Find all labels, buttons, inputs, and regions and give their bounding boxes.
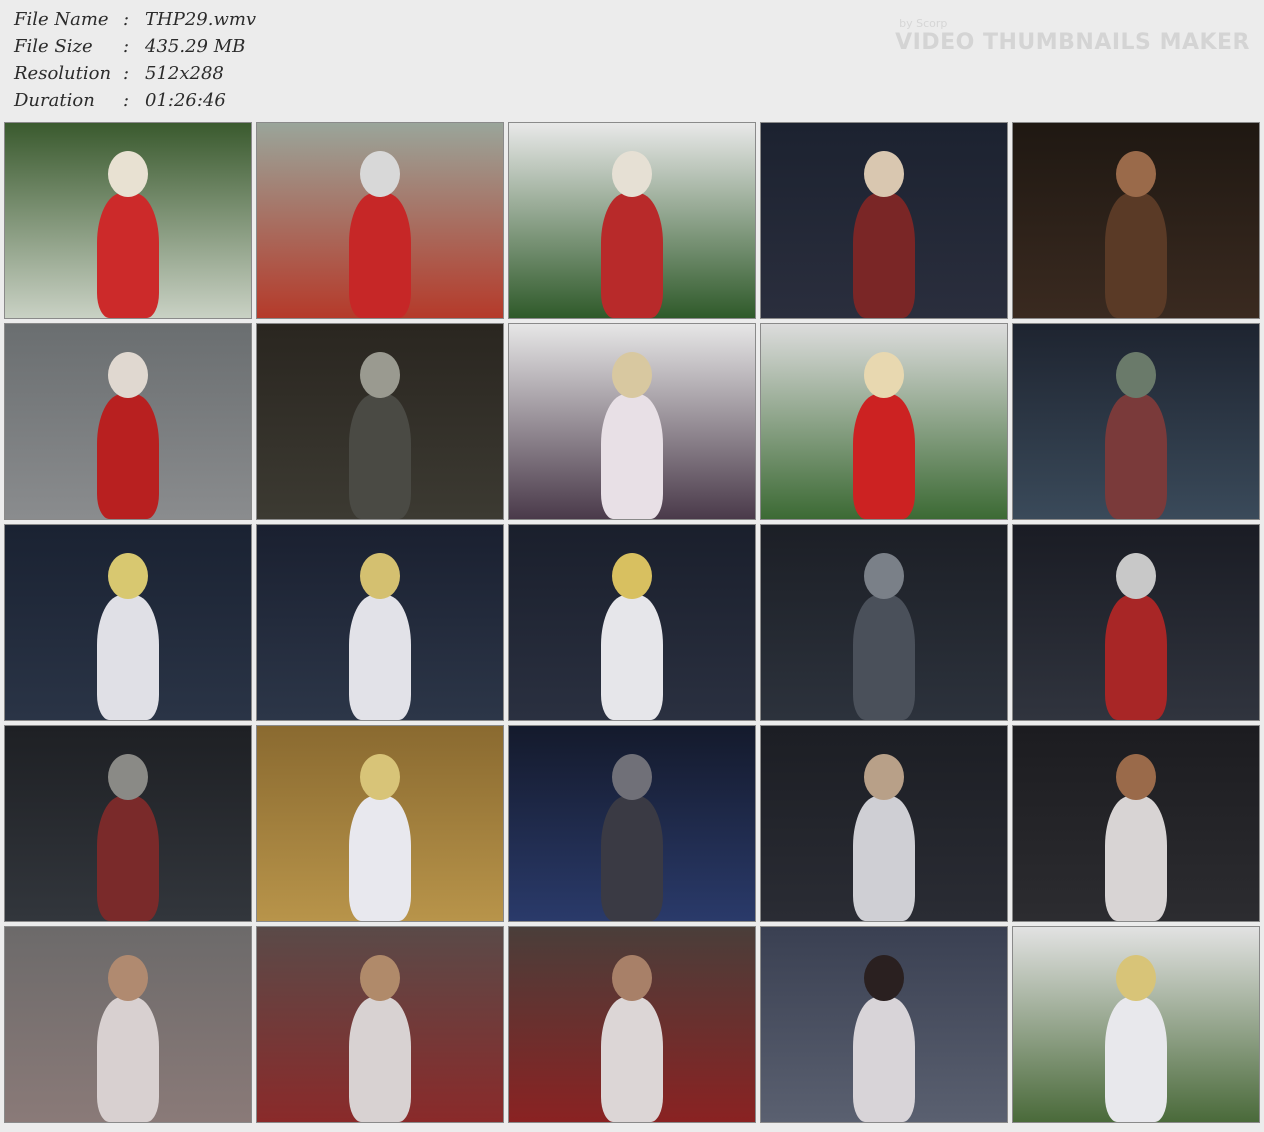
head-shape bbox=[864, 553, 904, 599]
figure-shape bbox=[349, 595, 411, 720]
info-separator: : bbox=[123, 9, 130, 30]
video-thumbnail bbox=[256, 323, 504, 520]
figure-shape bbox=[853, 193, 915, 318]
info-label: File Name bbox=[14, 9, 109, 30]
video-thumbnail bbox=[508, 524, 756, 721]
head-shape bbox=[360, 352, 400, 398]
head-shape bbox=[1116, 754, 1156, 800]
head-shape bbox=[612, 352, 652, 398]
figure-shape bbox=[97, 796, 159, 921]
info-separator: : bbox=[123, 36, 130, 57]
info-value: THP29.wmv bbox=[145, 9, 257, 30]
info-value: 512x288 bbox=[145, 63, 224, 84]
head-shape bbox=[360, 553, 400, 599]
head-shape bbox=[864, 151, 904, 197]
head-shape bbox=[612, 151, 652, 197]
watermark-title: VIDEO THUMBNAILS MAKER bbox=[895, 30, 1250, 55]
head-shape bbox=[1116, 955, 1156, 1001]
figure-shape bbox=[853, 796, 915, 921]
figure-shape bbox=[97, 997, 159, 1122]
figure-shape bbox=[349, 997, 411, 1122]
head-shape bbox=[612, 754, 652, 800]
head-shape bbox=[108, 151, 148, 197]
head-shape bbox=[612, 955, 652, 1001]
figure-shape bbox=[853, 595, 915, 720]
video-thumbnail bbox=[760, 524, 1008, 721]
figure-shape bbox=[349, 796, 411, 921]
head-shape bbox=[1116, 151, 1156, 197]
info-value: 435.29 MB bbox=[145, 36, 246, 57]
video-thumbnail bbox=[4, 524, 252, 721]
figure-shape bbox=[1105, 595, 1167, 720]
info-label: Resolution bbox=[14, 63, 112, 84]
video-thumbnail bbox=[256, 926, 504, 1123]
figure-shape bbox=[97, 193, 159, 318]
head-shape bbox=[612, 553, 652, 599]
figure-shape bbox=[601, 193, 663, 318]
figure-shape bbox=[97, 595, 159, 720]
video-thumbnail bbox=[4, 323, 252, 520]
head-shape bbox=[108, 352, 148, 398]
head-shape bbox=[864, 754, 904, 800]
figure-shape bbox=[349, 394, 411, 519]
figure-shape bbox=[97, 394, 159, 519]
figure-shape bbox=[601, 595, 663, 720]
watermark: by Scorp VIDEO THUMBNAILS MAKER bbox=[895, 18, 1250, 56]
video-thumbnail bbox=[256, 122, 504, 319]
head-shape bbox=[1116, 553, 1156, 599]
figure-shape bbox=[1105, 394, 1167, 519]
video-thumbnail bbox=[1012, 524, 1260, 721]
video-thumbnail bbox=[1012, 725, 1260, 922]
info-label: Duration bbox=[14, 90, 95, 111]
head-shape bbox=[360, 754, 400, 800]
video-thumbnail bbox=[508, 725, 756, 922]
info-separator: : bbox=[123, 63, 130, 84]
info-separator: : bbox=[123, 90, 130, 111]
head-shape bbox=[360, 151, 400, 197]
video-thumbnail bbox=[4, 122, 252, 319]
video-thumbnail bbox=[1012, 122, 1260, 319]
video-thumbnail bbox=[256, 725, 504, 922]
head-shape bbox=[108, 553, 148, 599]
thumbnail-grid bbox=[4, 122, 1260, 1128]
info-value: 01:26:46 bbox=[145, 90, 226, 111]
figure-shape bbox=[853, 997, 915, 1122]
video-thumbnail bbox=[760, 926, 1008, 1123]
figure-shape bbox=[601, 796, 663, 921]
video-thumbnail bbox=[508, 323, 756, 520]
head-shape bbox=[108, 955, 148, 1001]
video-thumbnail bbox=[508, 926, 756, 1123]
video-thumbnail bbox=[760, 122, 1008, 319]
video-thumbnail bbox=[4, 926, 252, 1123]
info-label: File Size bbox=[14, 36, 93, 57]
video-thumbnail bbox=[760, 725, 1008, 922]
figure-shape bbox=[349, 193, 411, 318]
video-thumbnail bbox=[1012, 926, 1260, 1123]
figure-shape bbox=[1105, 796, 1167, 921]
video-thumbnail bbox=[256, 524, 504, 721]
head-shape bbox=[864, 352, 904, 398]
figure-shape bbox=[853, 394, 915, 519]
figure-shape bbox=[1105, 193, 1167, 318]
video-thumbnail bbox=[1012, 323, 1260, 520]
video-thumbnail bbox=[508, 122, 756, 319]
head-shape bbox=[108, 754, 148, 800]
video-thumbnail bbox=[4, 725, 252, 922]
figure-shape bbox=[1105, 997, 1167, 1122]
figure-shape bbox=[601, 394, 663, 519]
watermark-by: by Scorp bbox=[899, 17, 948, 30]
head-shape bbox=[360, 955, 400, 1001]
head-shape bbox=[864, 955, 904, 1001]
figure-shape bbox=[601, 997, 663, 1122]
head-shape bbox=[1116, 352, 1156, 398]
video-thumbnail bbox=[760, 323, 1008, 520]
